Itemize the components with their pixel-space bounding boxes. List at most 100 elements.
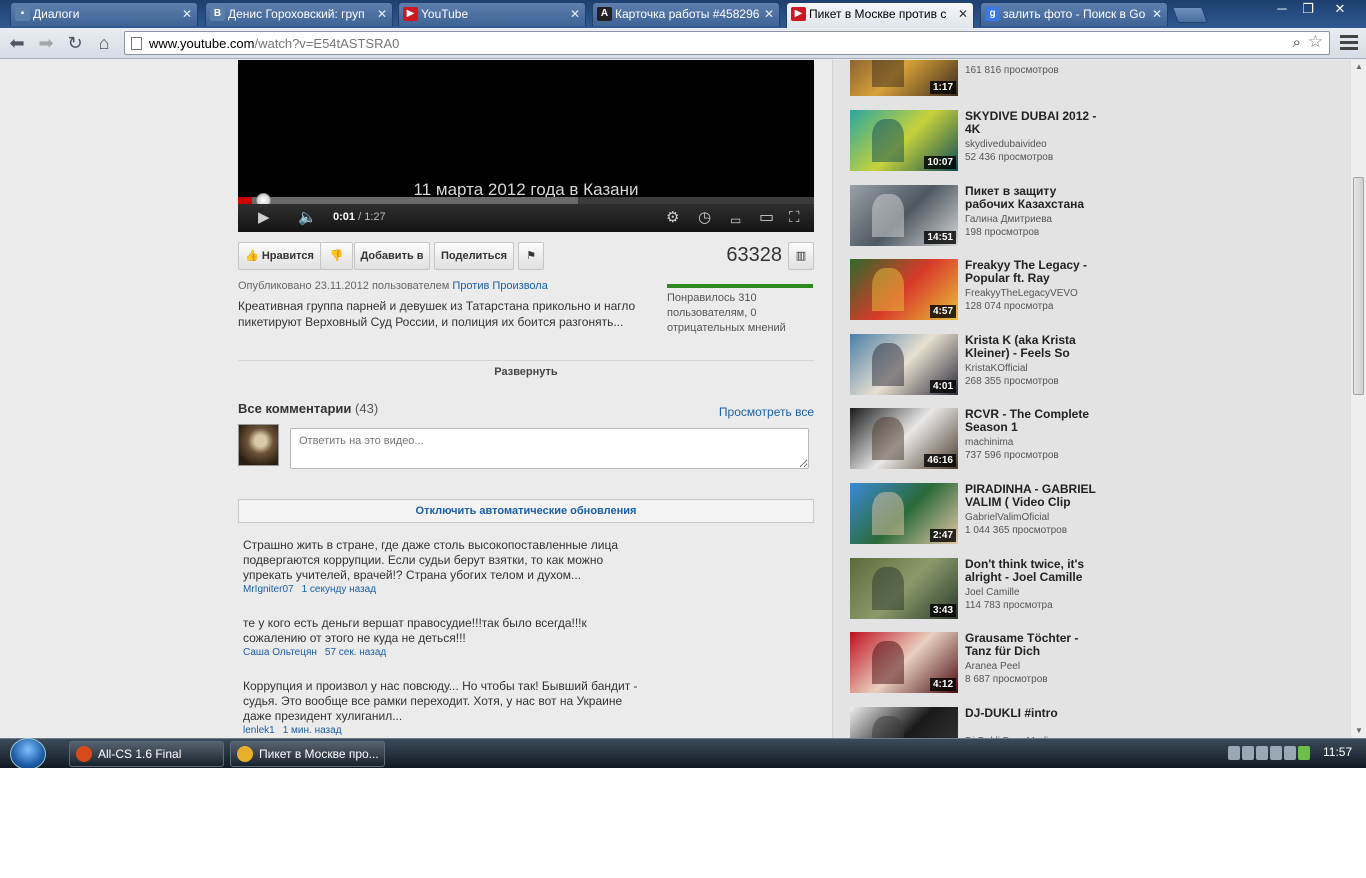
vk-icon: B: [210, 7, 225, 21]
stats-button[interactable]: ▥: [788, 242, 814, 270]
tab-close-icon[interactable]: ✕: [570, 3, 580, 25]
like-button[interactable]: 👍 Нравится: [238, 242, 321, 270]
address-url[interactable]: www.youtube.com/watch?v=E54tASTSRA0: [149, 36, 399, 51]
zoom-icon[interactable]: ⌕: [1293, 34, 1301, 51]
tab[interactable]: A Карточка работы #458296 ✕: [592, 2, 780, 26]
related-video-title[interactable]: Grausame Töchter - Tanz für Dich: [965, 632, 1100, 658]
share-button[interactable]: Поделиться: [434, 242, 514, 270]
tab[interactable]: g залить фото - Поиск в Go ✕: [980, 2, 1168, 26]
dislike-button[interactable]: 👎: [320, 242, 353, 270]
comment-input[interactable]: [290, 428, 809, 469]
address-bar[interactable]: www.youtube.com/watch?v=E54tASTSRA0 ⌕ ☆: [124, 31, 1330, 55]
related-video[interactable]: 4:12 Grausame Töchter - Tanz für Dich Aran…: [850, 632, 1170, 694]
tray-icon[interactable]: [1228, 746, 1240, 760]
thumbs-up-icon: 👍: [245, 250, 262, 262]
related-video[interactable]: 4:01 Krista K (aka Krista Kleiner) - Feel…: [850, 334, 1170, 396]
tab-label: Денис Гороховский: груп: [228, 7, 365, 21]
vertical-scrollbar[interactable]: ▲ ▼: [1350, 60, 1366, 738]
video-thumbnail[interactable]: 4:01: [850, 334, 958, 395]
watch-later-icon[interactable]: ◷: [698, 207, 711, 229]
channel-link[interactable]: Против Произвола: [452, 280, 547, 292]
related-video-title[interactable]: DJ-DUKLI #intro: [965, 707, 1100, 720]
tab-close-icon[interactable]: ✕: [182, 3, 192, 25]
minimize-button[interactable]: ─: [1268, 0, 1296, 18]
progress-bar[interactable]: [238, 193, 814, 208]
tab-close-icon[interactable]: ✕: [1152, 3, 1162, 25]
tab[interactable]: ▶ YouTube ✕: [398, 2, 586, 26]
video-thumbnail[interactable]: 1:17: [850, 60, 958, 96]
new-tab-button[interactable]: [1172, 7, 1208, 23]
small-player-icon[interactable]: ▭: [730, 209, 741, 231]
video-player[interactable]: 11 марта 2012 года в Казани ▶ 🔈 0:01 / 1…: [238, 60, 814, 232]
related-video-title[interactable]: Don't think twice, it's alright - Joel C…: [965, 558, 1100, 584]
related-video[interactable]: 10:07 SKYDIVE DUBAI 2012 - 4K skydivedubai…: [850, 110, 1170, 172]
related-video[interactable]: 3:43 Don't think twice, it's alright - Jo…: [850, 558, 1170, 620]
avatar[interactable]: [238, 424, 279, 466]
taskbar-item[interactable]: All-CS 1.6 Final: [69, 741, 224, 767]
disable-live-updates-button[interactable]: Отключить автоматические обновления: [238, 499, 814, 523]
comment-time[interactable]: 57 сек. назад: [325, 647, 386, 658]
related-video-title[interactable]: PIRADINHA - GABRIEL VALIM ( Video Clip: [965, 483, 1100, 509]
related-video[interactable]: DJ-DUKLI #introDj-Dukli DuanMedia: [850, 707, 1170, 738]
related-video[interactable]: 46:16 RCVR - The Complete Season 1 machini…: [850, 408, 1170, 470]
comment-time[interactable]: 1 мин. назад: [283, 725, 342, 736]
nvidia-tray-icon[interactable]: [1298, 746, 1310, 760]
tab[interactable]: ▪ Диалоги ✕: [10, 2, 198, 26]
video-thumbnail[interactable]: 2:47: [850, 483, 958, 544]
comment-author[interactable]: lenlek1: [243, 725, 275, 736]
menu-icon[interactable]: [1340, 32, 1358, 54]
related-video-title[interactable]: Freakyy The Legacy - Popular ft. Ray: [965, 259, 1100, 285]
tab-close-icon[interactable]: ✕: [958, 3, 968, 25]
play-icon[interactable]: ▶: [258, 207, 270, 229]
played-bar: [238, 197, 253, 204]
start-button[interactable]: [10, 738, 46, 768]
related-video-title[interactable]: SKYDIVE DUBAI 2012 - 4K: [965, 110, 1100, 136]
settings-gear-icon[interactable]: ⚙: [666, 207, 679, 229]
close-window-button[interactable]: ✕: [1326, 0, 1354, 18]
flag-button[interactable]: ⚑: [518, 242, 544, 270]
related-video-title[interactable]: Krista K (aka Krista Kleiner) - Feels So: [965, 334, 1100, 360]
related-video[interactable]: 14:51 Пикет в защиту рабочих Казахстана Га…: [850, 185, 1170, 247]
video-thumbnail[interactable]: 14:51: [850, 185, 958, 246]
restore-button[interactable]: ❐: [1294, 0, 1322, 18]
taskbar-item[interactable]: Пикет в Москве про...: [230, 741, 385, 767]
volume-icon[interactable]: 🔈: [298, 207, 317, 229]
home-icon[interactable]: ⌂: [92, 32, 116, 54]
tab[interactable]: B Денис Гороховский: груп ✕: [205, 2, 393, 26]
expand-button[interactable]: Развернуть: [238, 360, 814, 380]
related-video-title[interactable]: RCVR - The Complete Season 1: [965, 408, 1100, 434]
video-thumbnail[interactable]: 3:43: [850, 558, 958, 619]
forward-arrow-icon[interactable]: ➡: [34, 32, 58, 54]
related-video[interactable]: 4:57 Freakyy The Legacy - Popular ft. Ray…: [850, 259, 1170, 321]
comment-time[interactable]: 1 секунду назад: [302, 584, 376, 595]
video-thumbnail[interactable]: 10:07: [850, 110, 958, 171]
related-video-title[interactable]: Пикет в защиту рабочих Казахстана: [965, 185, 1100, 211]
scrollbar-thumb[interactable]: [1353, 177, 1364, 395]
volume-tray-icon[interactable]: [1284, 746, 1296, 760]
comment-author[interactable]: Саша Ольтецян: [243, 647, 317, 658]
tray-icon[interactable]: [1270, 746, 1282, 760]
related-video-views: 1 044 365 просмотров: [965, 525, 1068, 536]
related-video-views: 52 436 просмотров: [965, 152, 1054, 163]
tab-close-icon[interactable]: ✕: [764, 3, 774, 25]
large-player-icon[interactable]: ▭: [759, 207, 774, 229]
video-thumbnail[interactable]: 46:16: [850, 408, 958, 469]
tab-close-icon[interactable]: ✕: [377, 3, 387, 25]
back-arrow-icon[interactable]: ⬅: [5, 32, 29, 54]
video-thumbnail[interactable]: 4:57: [850, 259, 958, 320]
video-thumbnail[interactable]: 4:12: [850, 632, 958, 693]
add-to-button[interactable]: Добавить в: [354, 242, 430, 270]
related-video[interactable]: 1:17 161 816 просмотров: [850, 60, 1170, 97]
tray-icon[interactable]: [1256, 746, 1268, 760]
tray-icon[interactable]: [1242, 746, 1254, 760]
tab-active[interactable]: ▶ Пикет в Москве против с ✕: [786, 2, 974, 28]
view-all-comments-link[interactable]: Просмотреть все: [700, 405, 814, 419]
fullscreen-icon[interactable]: ⛶: [789, 207, 800, 229]
scroll-down-arrow-icon[interactable]: ▼: [1351, 724, 1366, 738]
bookmark-star-icon[interactable]: ☆: [1308, 32, 1323, 52]
video-thumbnail[interactable]: [850, 707, 958, 738]
reload-icon[interactable]: ↻: [63, 32, 87, 54]
scroll-up-arrow-icon[interactable]: ▲: [1351, 60, 1366, 74]
comment-author[interactable]: MrIgniter07: [243, 584, 294, 595]
related-video[interactable]: 2:47 PIRADINHA - GABRIEL VALIM ( Video Cl…: [850, 483, 1170, 545]
